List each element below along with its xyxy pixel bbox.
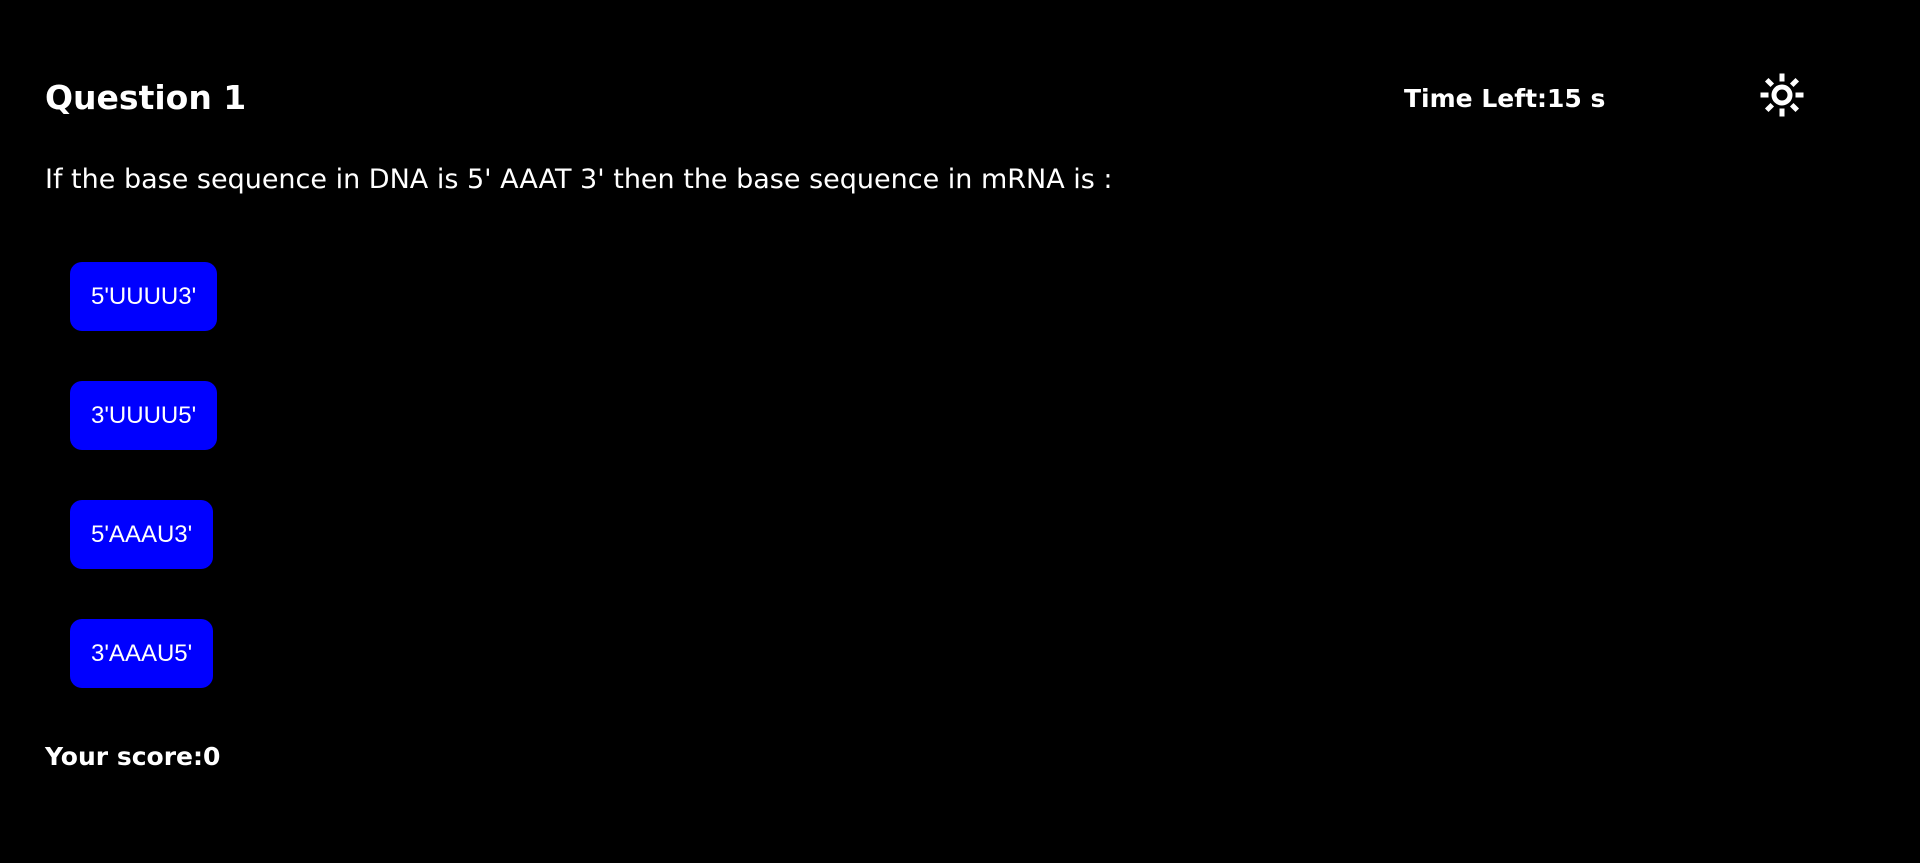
quiz-page: Question 1 Time Left:15 s If the base se… [0,0,1920,863]
answer-option-1[interactable]: 5'UUUU3' [70,262,218,331]
answer-option-4[interactable]: 3'AAAU5' [70,619,214,688]
time-left-display: Time Left:15 s [1404,84,1606,113]
question-text: If the base sequence in DNA is 5' AAAT 3… [45,164,1113,195]
answer-options: 5'UUUU3' 3'UUUU5' 5'AAAU3' 3'AAAU5' [70,262,218,688]
score-display: Your score:0 [45,742,221,771]
answer-option-2[interactable]: 3'UUUU5' [70,381,218,450]
answer-option-3[interactable]: 5'AAAU3' [70,500,214,569]
sun-icon [1760,73,1804,117]
question-title: Question 1 [45,78,247,117]
theme-toggle-button[interactable] [1760,73,1804,117]
